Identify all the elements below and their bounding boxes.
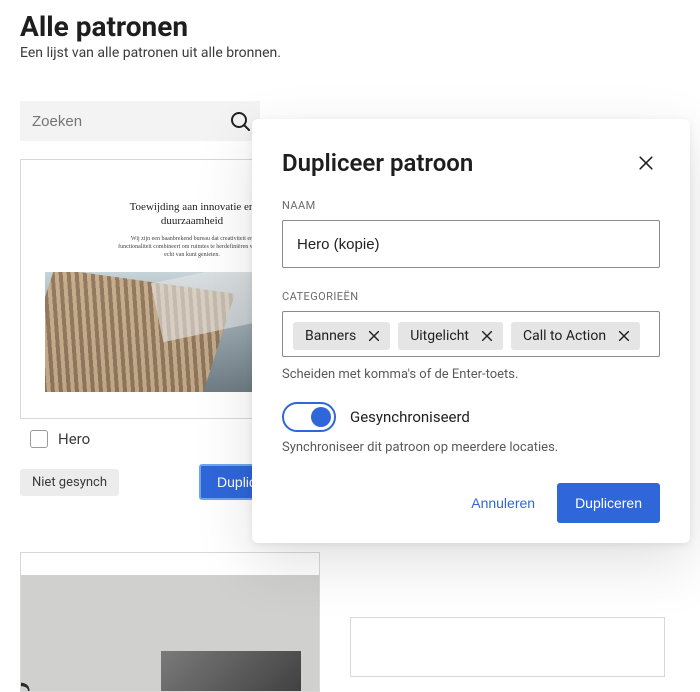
categories-hint: Scheiden met komma's of de Enter-toets. [282,367,660,382]
close-icon [636,153,656,173]
chip-label: Uitgelicht [410,328,469,344]
chip-label: Call to Action [523,328,606,344]
sync-toggle[interactable] [282,402,336,432]
category-chip: Banners [293,322,390,350]
sync-toggle-description: Synchroniseer dit patroon op meerdere lo… [282,440,660,455]
close-button[interactable] [632,149,660,177]
remove-icon[interactable] [616,328,632,344]
remove-icon[interactable] [366,328,382,344]
categories-field[interactable]: Banners Uitgelicht Call [282,311,660,357]
name-field[interactable] [282,220,660,268]
category-chip: Call to Action [511,322,640,350]
chip-label: Banners [305,328,356,344]
category-chip: Uitgelicht [398,322,503,350]
confirm-duplicate-button[interactable]: Dupliceren [557,483,660,523]
remove-icon[interactable] [479,328,495,344]
toggle-knob [311,407,331,427]
cancel-button[interactable]: Annuleren [465,485,541,521]
name-field-label: NAAM [282,199,660,212]
modal-title: Dupliceer patroon [282,149,473,177]
duplicate-pattern-modal: Dupliceer patroon NAAM CATEGORIEËN Banne… [252,119,690,543]
sync-toggle-label: Gesynchroniseerd [350,408,470,426]
categories-field-label: CATEGORIEËN [282,290,660,303]
